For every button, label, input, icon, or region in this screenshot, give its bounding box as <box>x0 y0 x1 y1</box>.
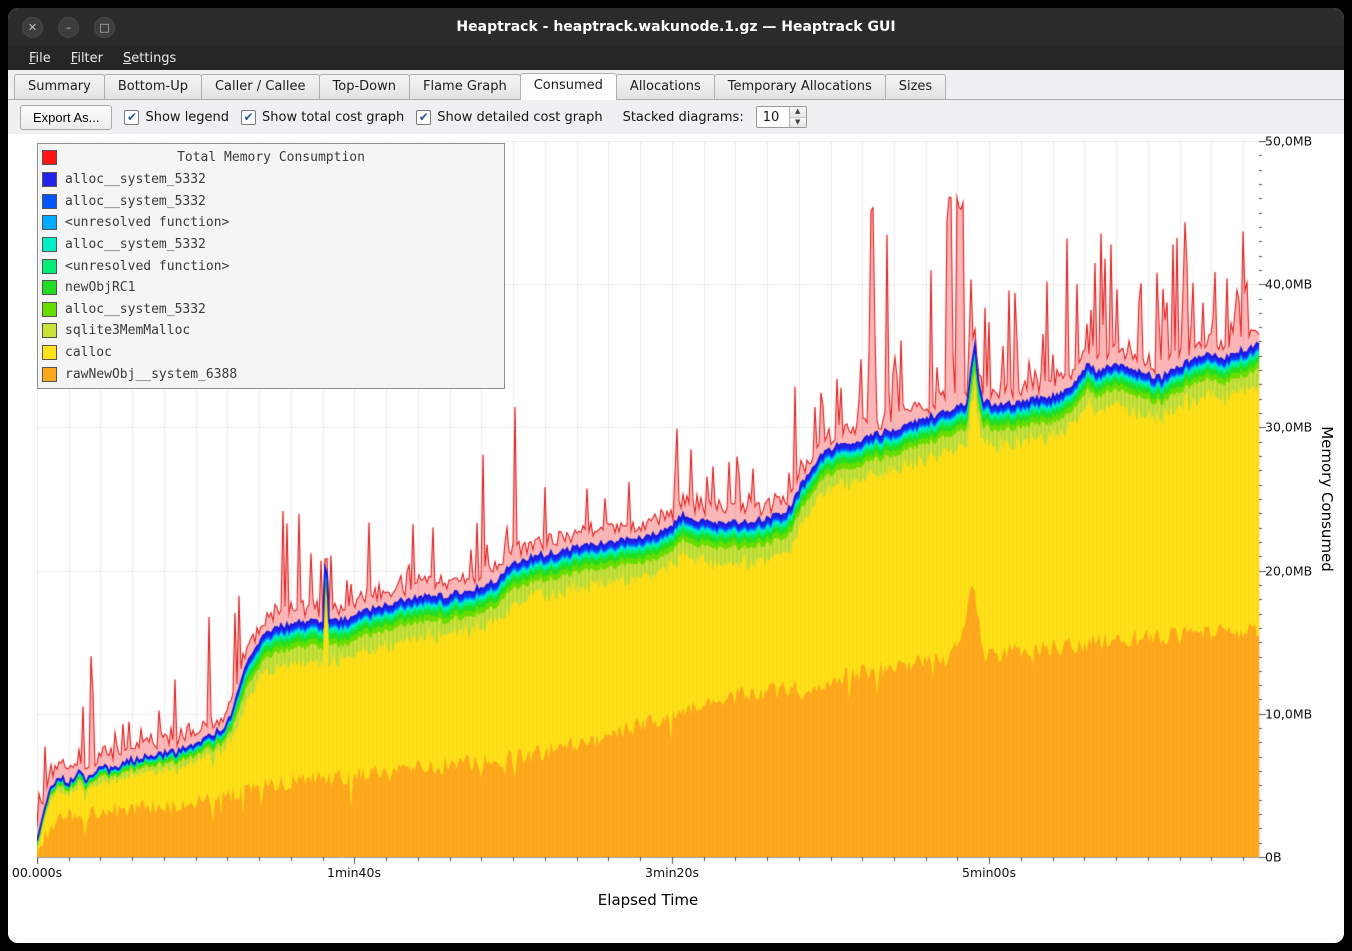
consumed-chart: 50,0MB 40,0MB 30,0MB 20,0MB 10,0MB 0B 00… <box>8 134 1344 943</box>
spin-up-icon[interactable]: ▲ <box>790 107 806 118</box>
legend-title: Total Memory Consumption <box>65 150 477 165</box>
legend-item: sqlite3MemMalloc <box>42 320 500 342</box>
y-axis-title: Memory Consumed <box>1318 426 1336 572</box>
legend-color-chip <box>42 215 57 230</box>
window-title: Heaptrack - heaptrack.wakunode.1.gz — He… <box>8 19 1344 35</box>
menu-settings-rest: ettings <box>131 51 176 66</box>
legend-label: alloc__system_5332 <box>65 237 206 252</box>
legend-color-chip <box>42 323 57 338</box>
x-tick-label: 5min00s <box>962 865 1016 880</box>
tab-temporary-allocations[interactable]: Temporary Allocations <box>714 74 886 99</box>
stacked-diagrams-value[interactable]: 10 <box>757 107 789 127</box>
tab-flame-graph[interactable]: Flame Graph <box>409 74 521 99</box>
legend-item: alloc__system_5332 <box>42 190 500 212</box>
legend-color-chip-total <box>42 150 57 165</box>
close-icon[interactable]: ✕ <box>22 17 43 38</box>
heaptrack-window: ✕ – □ Heaptrack - heaptrack.wakunode.1.g… <box>8 8 1344 943</box>
show-total-cost-checkbox[interactable]: ✔ Show total cost graph <box>241 110 404 125</box>
y-tick-label: 50,0MB <box>1265 134 1312 149</box>
chart-legend: Total Memory Consumption alloc__system_5… <box>37 143 505 389</box>
tab-consumed[interactable]: Consumed <box>520 73 617 100</box>
x-tick-label: 00.000s <box>12 865 62 880</box>
maximize-icon[interactable]: □ <box>94 17 115 38</box>
legend-color-chip <box>42 280 57 295</box>
legend-label: alloc__system_5332 <box>65 194 206 209</box>
x-tick-label: 1min40s <box>327 865 381 880</box>
show-legend-label: Show legend <box>145 110 229 125</box>
menu-file[interactable]: File <box>20 49 60 68</box>
y-tick-label: 0B <box>1265 850 1282 865</box>
legend-item: newObjRC1 <box>42 277 500 299</box>
show-detailed-cost-label: Show detailed cost graph <box>437 110 602 125</box>
check-icon[interactable]: ✔ <box>124 110 139 125</box>
legend-label: sqlite3MemMalloc <box>65 323 190 338</box>
check-icon[interactable]: ✔ <box>416 110 431 125</box>
tab-summary[interactable]: Summary <box>14 74 105 99</box>
tab-allocations[interactable]: Allocations <box>616 74 715 99</box>
tab-caller-callee[interactable]: Caller / Callee <box>201 74 320 99</box>
stacked-diagrams-spinner[interactable]: 10 ▲ ▼ <box>756 106 807 128</box>
legend-label: alloc__system_5332 <box>65 302 206 317</box>
spin-down-icon[interactable]: ▼ <box>790 118 806 128</box>
menu-file-rest: ile <box>36 51 51 66</box>
legend-label: rawNewObj__system_6388 <box>65 367 237 382</box>
x-axis-title: Elapsed Time <box>598 891 698 909</box>
tab-top-down[interactable]: Top-Down <box>319 74 410 99</box>
legend-item: alloc__system_5332 <box>42 169 500 191</box>
menu-settings[interactable]: Settings <box>114 49 185 68</box>
legend-item: rawNewObj__system_6388 <box>42 363 500 385</box>
y-tick-label: 10,0MB <box>1265 707 1312 722</box>
legend-label: <unresolved function> <box>65 259 229 274</box>
export-as-button[interactable]: Export As... <box>20 105 112 130</box>
legend-item: alloc__system_5332 <box>42 234 500 256</box>
legend-item: <unresolved function> <box>42 212 500 234</box>
menu-filter-rest: ilter <box>77 51 103 66</box>
show-total-cost-label: Show total cost graph <box>262 110 404 125</box>
tab-sizes[interactable]: Sizes <box>885 74 946 99</box>
tab-bottom-up[interactable]: Bottom-Up <box>104 74 202 99</box>
legend-color-chip <box>42 194 57 209</box>
show-detailed-cost-checkbox[interactable]: ✔ Show detailed cost graph <box>416 110 602 125</box>
legend-color-chip <box>42 302 57 317</box>
legend-color-chip <box>42 172 57 187</box>
x-tick-label: 3min20s <box>645 865 699 880</box>
minimize-icon[interactable]: – <box>58 17 79 38</box>
window-controls: ✕ – □ <box>22 8 115 46</box>
legend-color-chip <box>42 367 57 382</box>
title-bar: ✕ – □ Heaptrack - heaptrack.wakunode.1.g… <box>8 8 1344 46</box>
toolbar: Export As... ✔ Show legend ✔ Show total … <box>8 100 1344 134</box>
legend-label: <unresolved function> <box>65 215 229 230</box>
stacked-diagrams-label: Stacked diagrams: <box>623 110 744 125</box>
y-tick-label: 40,0MB <box>1265 277 1312 292</box>
legend-title-row: Total Memory Consumption <box>42 147 500 169</box>
show-legend-checkbox[interactable]: ✔ Show legend <box>124 110 229 125</box>
y-tick-label: 30,0MB <box>1265 420 1312 435</box>
y-tick-label: 20,0MB <box>1265 564 1312 579</box>
legend-color-chip <box>42 345 57 360</box>
tab-bar: Summary Bottom-Up Caller / Callee Top-Do… <box>8 70 1344 100</box>
legend-label: calloc <box>65 345 112 360</box>
menu-filter[interactable]: Filter <box>62 49 112 68</box>
legend-color-chip <box>42 259 57 274</box>
legend-item: alloc__system_5332 <box>42 298 500 320</box>
legend-color-chip <box>42 237 57 252</box>
legend-label: newObjRC1 <box>65 280 135 295</box>
check-icon[interactable]: ✔ <box>241 110 256 125</box>
legend-label: alloc__system_5332 <box>65 172 206 187</box>
spinner-buttons: ▲ ▼ <box>789 107 806 127</box>
legend-item: calloc <box>42 342 500 364</box>
menu-bar: File Filter Settings <box>8 46 1344 70</box>
legend-item: <unresolved function> <box>42 255 500 277</box>
